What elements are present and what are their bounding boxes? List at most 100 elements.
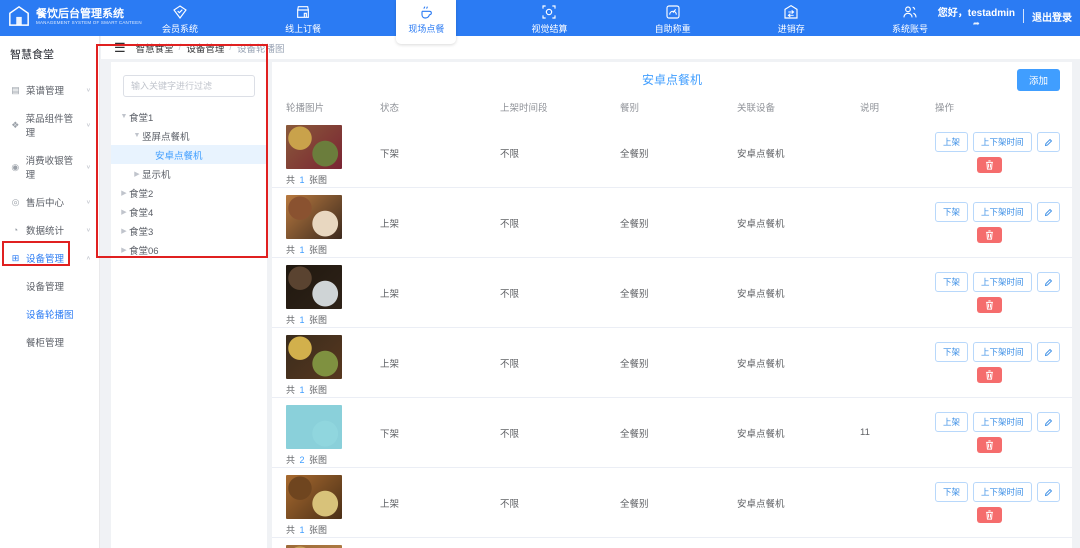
column-header: 上架时间段 (500, 100, 620, 114)
sidebar-menu-item[interactable]: ⊞ 设备管理 ∧ (0, 244, 99, 272)
meal-type-cell: 全餐别 (620, 328, 737, 397)
top-nav-membership[interactable]: 会员系统 (150, 0, 210, 36)
tree-node[interactable]: ▶ 显示机 (111, 164, 267, 183)
edit-button[interactable] (1037, 482, 1060, 502)
cashier-icon: ◉ (10, 162, 21, 173)
breadcrumb-item[interactable]: 设备管理 (186, 41, 224, 55)
shelf-time-button[interactable]: 上下架时间 (973, 202, 1032, 222)
shelf-time-button[interactable]: 上下架时间 (973, 272, 1032, 292)
note-cell (860, 118, 935, 187)
tree-node[interactable]: ▼ 竖屏点餐机 (111, 126, 267, 145)
breadcrumb-separator: / (229, 42, 232, 53)
sidebar-menu-item[interactable]: ◎ 售后中心 ∨ (0, 188, 99, 216)
delete-button[interactable] (977, 157, 1002, 173)
sidebar-submenu-item[interactable]: 设备轮播图 (0, 300, 99, 328)
tree-expand-icon[interactable]: ▶ (119, 208, 129, 216)
tree-node[interactable]: ▶ 食堂06 (111, 240, 267, 259)
note-cell (860, 258, 935, 327)
carousel-thumbnail[interactable] (286, 265, 342, 309)
tree-expand-icon[interactable]: ▶ (119, 189, 129, 197)
shelf-time-button[interactable]: 上下架时间 (973, 342, 1032, 362)
image-count-label: 共 1 张图 (286, 523, 327, 536)
sidebar-menu-item[interactable]: ◔ 数据统计 ∨ (0, 216, 99, 244)
top-nav-visual-checkout[interactable]: 视觉结算 (519, 0, 579, 36)
sidebar-menu-item[interactable]: ◉ 消费收银管理 ∨ (0, 146, 99, 188)
top-nav-inventory[interactable]: 进销存 (766, 0, 817, 36)
table-row: 共 1 张图 上架 不限 全餐别 安卓点餐机 下架 上下架时间 (272, 188, 1072, 258)
delete-button[interactable] (977, 227, 1002, 243)
shelf-time-button[interactable]: 上下架时间 (973, 412, 1032, 432)
toggle-shelf-button[interactable]: 下架 (935, 272, 968, 292)
shelf-time-button[interactable]: 上下架时间 (973, 132, 1032, 152)
linked-device-cell: 安卓点餐机 (737, 118, 860, 187)
tree-node[interactable]: ▶ 食堂4 (111, 202, 267, 221)
shelf-time-button[interactable]: 上下架时间 (973, 482, 1032, 502)
sidebar-menu-item[interactable]: ❖ 菜品组件管理 ∨ (0, 104, 99, 146)
carousel-thumbnail[interactable] (286, 335, 342, 379)
carousel-thumbnail[interactable] (286, 195, 342, 239)
tree-node[interactable]: ▶ 食堂3 (111, 221, 267, 240)
toggle-shelf-button[interactable]: 下架 (935, 482, 968, 502)
status-cell: 上架 (380, 468, 500, 537)
tree-node[interactable]: 安卓点餐机 (111, 145, 267, 164)
operations-cell: 上架 上下架时间 (935, 118, 1065, 187)
time-range-cell: 不限 (500, 468, 620, 537)
delete-button[interactable] (977, 367, 1002, 383)
tree-expand-icon[interactable]: ▶ (119, 227, 129, 235)
membership-icon (172, 4, 188, 20)
tree-expand-icon[interactable]: ▼ (119, 113, 129, 120)
table-row: 共 1 张图 下架 不限 全餐别 安卓点餐机 上架 上下架时间 (272, 118, 1072, 188)
breadcrumb: 智慧食堂/设备管理/设备轮播图 (136, 41, 285, 55)
image-count-label: 共 1 张图 (286, 243, 327, 256)
app-subtitle: MANAGEMENT SYSTEM OF SMART CANTEEN (36, 20, 142, 25)
top-nav-self-weigh[interactable]: 自助称重 (643, 0, 703, 36)
chevron-icon: ∨ (86, 87, 91, 93)
toggle-shelf-button[interactable]: 下架 (935, 202, 968, 222)
account-icon (902, 4, 918, 20)
delete-button[interactable] (977, 437, 1002, 453)
edit-button[interactable] (1037, 132, 1060, 152)
top-nav-onsite-order[interactable]: 现场点餐 (396, 0, 456, 44)
edit-button[interactable] (1037, 202, 1060, 222)
breadcrumb-item[interactable]: 智慧食堂 (136, 41, 174, 55)
top-nav-online-order[interactable]: 线上订餐 (273, 0, 333, 36)
tree-node[interactable]: ▶ 食堂2 (111, 183, 267, 202)
app-logo: 餐饮后台管理系统 MANAGEMENT SYSTEM OF SMART CANT… (0, 0, 150, 27)
tree-filter-input[interactable] (123, 75, 255, 97)
collapse-menu-icon[interactable]: ☰ (114, 43, 126, 53)
toggle-shelf-button[interactable]: 上架 (935, 412, 968, 432)
sidebar-submenu-item[interactable]: 餐柜管理 (0, 328, 99, 356)
status-cell: 下架 (380, 118, 500, 187)
sidebar-menu-item[interactable]: ▤ 菜谱管理 ∨ (0, 76, 99, 104)
sidebar-submenu-item[interactable]: 设备管理 (0, 272, 99, 300)
toggle-shelf-button[interactable]: 下架 (935, 342, 968, 362)
delete-button[interactable] (977, 507, 1002, 523)
linked-device-cell: 安卓点餐机 (737, 188, 860, 257)
tree-node[interactable]: ▼ 食堂1 (111, 107, 267, 126)
tree-expand-icon[interactable]: ▶ (119, 246, 129, 254)
delete-button[interactable] (977, 297, 1002, 313)
edit-button[interactable] (1037, 412, 1060, 432)
tree-expand-icon[interactable]: ▼ (132, 132, 142, 139)
carousel-thumbnail[interactable] (286, 475, 342, 519)
edit-button[interactable] (1037, 342, 1060, 362)
carousel-table-panel: 安卓点餐机 添加 轮播图片状态上架时间段餐别关联设备说明操作 共 1 张图 下架… (272, 62, 1072, 548)
tree-expand-icon[interactable]: ▶ (132, 170, 142, 178)
edit-button[interactable] (1037, 272, 1060, 292)
breadcrumb-bar: ☰ 智慧食堂/设备管理/设备轮播图 (101, 36, 1080, 59)
after-sales-icon: ◎ (10, 197, 21, 208)
sidebar-title: 智慧食堂 (0, 36, 99, 76)
carousel-thumbnail[interactable] (286, 405, 342, 449)
statistics-icon: ◔ (10, 225, 21, 235)
carousel-thumbnail[interactable] (286, 125, 342, 169)
column-header: 状态 (380, 100, 500, 114)
canteen-logo-icon (8, 5, 30, 27)
top-nav-account[interactable]: 系统账号 (880, 0, 940, 36)
sidebar: 智慧食堂 ▤ 菜谱管理 ∨ ❖ 菜品组件管理 ∨ ◉ 消费收银管理 ∨ ◎ 售后… (0, 36, 100, 548)
carousel-image-cell: 共 1 张图 (286, 258, 380, 327)
app-window: 餐饮后台管理系统 MANAGEMENT SYSTEM OF SMART CANT… (0, 0, 1080, 548)
chevron-icon: ∨ (86, 199, 91, 205)
toggle-shelf-button[interactable]: 上架 (935, 132, 968, 152)
logout-link[interactable]: 退出登录 (1032, 9, 1072, 24)
add-button[interactable]: 添加 (1017, 69, 1060, 91)
